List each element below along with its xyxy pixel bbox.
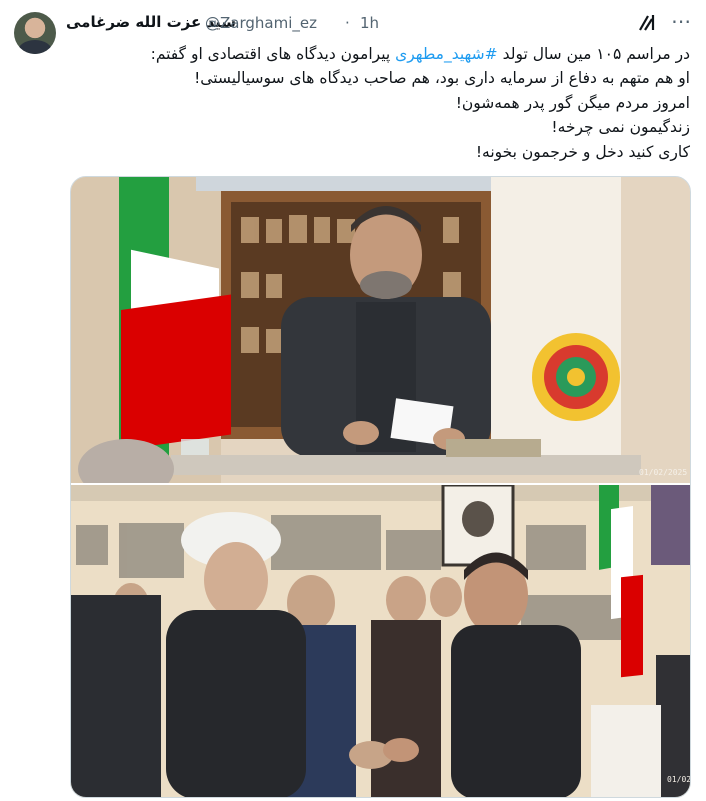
- profile-avatar[interactable]: [14, 12, 56, 54]
- tweet-text: در مراسم ۱۰۵ مین سال تولد #شهید_مطهری پی…: [62, 42, 690, 164]
- emblem: [532, 333, 620, 421]
- tweet-media[interactable]: 01/02/2025 01/02: [70, 176, 691, 798]
- tweet-line-1: در مراسم ۱۰۵ مین سال تولد #شهید_مطهری پی…: [62, 42, 690, 66]
- photo-handshake[interactable]: 01/02: [71, 485, 691, 797]
- separator-dot: ·: [345, 14, 350, 32]
- author-handle[interactable]: @Zarghami_ez: [205, 14, 317, 32]
- photo1-timestamp: 01/02/2025: [639, 468, 688, 477]
- tweet-time[interactable]: 1h: [360, 14, 379, 32]
- more-icon[interactable]: ⋯: [670, 11, 692, 34]
- photo-handshake-illustration: [71, 485, 690, 797]
- text-segment: در مراسم ۱۰۵ مین سال تولد: [497, 45, 690, 63]
- photo2-timestamp: 01/02: [667, 775, 691, 784]
- tweet-line-4: زندگیمون نمی چرخه!: [551, 118, 690, 137]
- avatar-figure: [18, 40, 52, 54]
- hashtag-link[interactable]: #شهید_مطهری: [395, 45, 498, 63]
- tweet-line-5: کاری کنید دخل و خرجمون بخونه!: [475, 142, 690, 161]
- grok-icon[interactable]: [636, 12, 658, 34]
- photo-speaker-podium[interactable]: 01/02/2025: [71, 177, 690, 483]
- tweet-line-2: او هم متهم به دفاع از سرمایه داری بود، ه…: [194, 69, 690, 88]
- photo-speaker-illustration: [71, 177, 690, 483]
- text-segment: پیرامون دیدگاه های اقتصادی او گفتم:: [150, 45, 396, 63]
- tweet-line-3: امروز مردم میگن گور پدر همه‌شون!: [455, 93, 690, 112]
